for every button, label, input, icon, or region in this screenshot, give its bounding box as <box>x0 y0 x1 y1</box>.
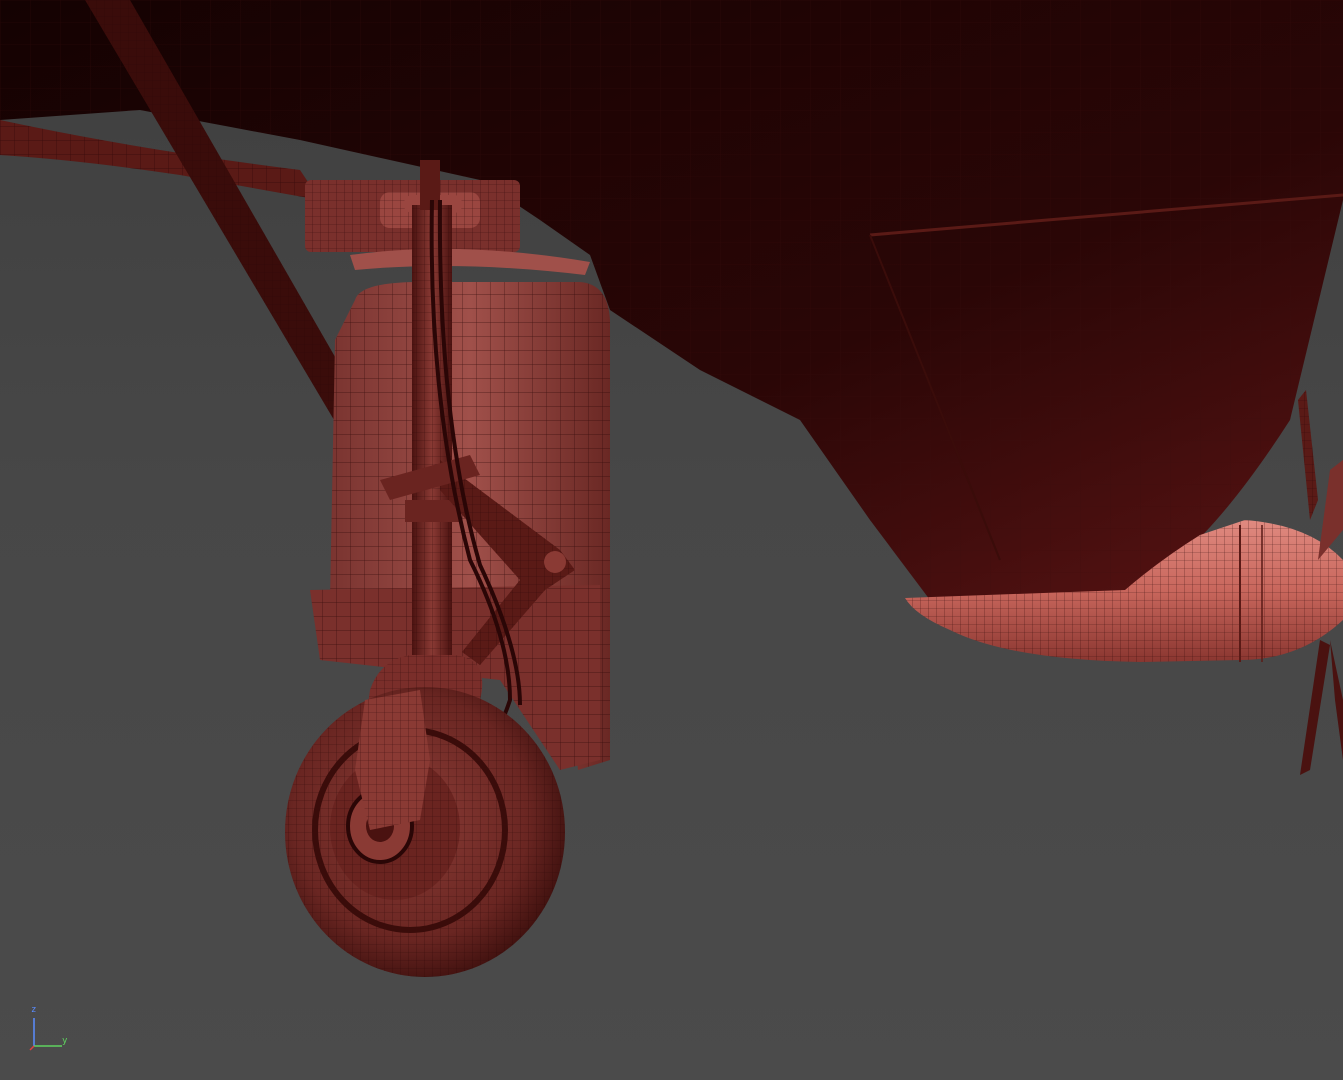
fuselage-underside <box>0 0 1343 600</box>
axle-housing <box>355 690 430 830</box>
wireframe-model[interactable] <box>0 0 1343 1080</box>
axis-x-line <box>29 1045 35 1051</box>
axis-z-label: z <box>31 1005 37 1015</box>
3d-viewport[interactable]: z y <box>0 0 1343 1080</box>
axis-gizmo: z y <box>24 1006 72 1054</box>
axis-y-label: y <box>62 1036 68 1046</box>
